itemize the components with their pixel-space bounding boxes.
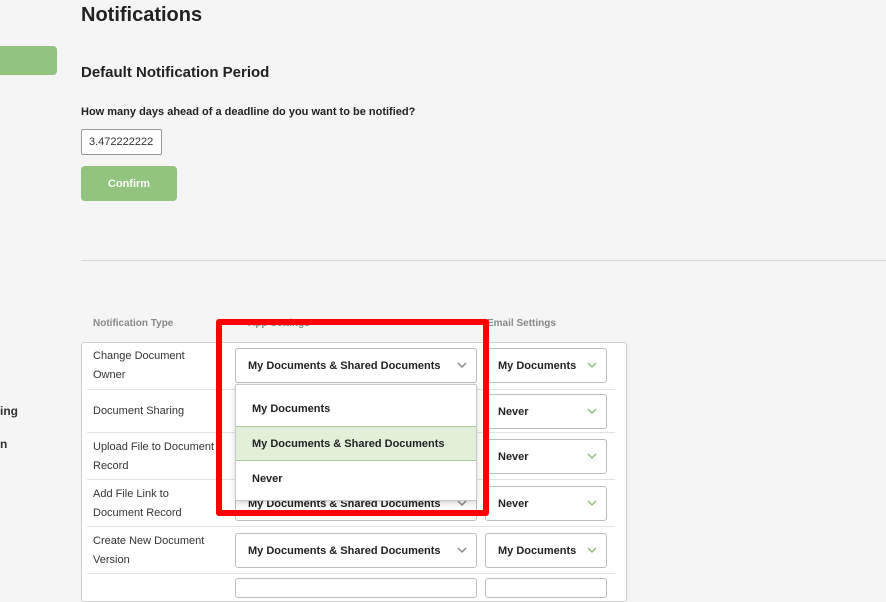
select-value: My Documents (498, 359, 577, 372)
email-setting-select[interactable] (485, 578, 607, 598)
row-label-line: Document Sharing (93, 405, 185, 417)
app-setting-select[interactable] (235, 578, 477, 598)
email-setting-select[interactable]: Never (485, 486, 607, 521)
row-divider (87, 573, 615, 574)
highlight-box (216, 319, 489, 516)
select-value: Never (498, 450, 529, 463)
chevron-down-icon (457, 547, 467, 554)
row-label-create-version: Create New Document Version (93, 532, 204, 570)
chevron-down-icon (587, 362, 597, 369)
row-label-line: Upload File to Document (93, 441, 215, 453)
chevron-down-icon (587, 500, 597, 507)
row-label-upload-file: Upload File to Document Record (93, 438, 214, 476)
section-title: Default Notification Period (81, 64, 270, 81)
row-divider (87, 526, 615, 527)
row-label-line: Version (93, 554, 130, 566)
sidebar-item-label[interactable]: ing (0, 404, 18, 418)
row-label-add-file-link: Add File Link to Document Record (93, 485, 182, 523)
select-value: My Documents & Shared Documents (248, 544, 441, 557)
select-value: My Documents (498, 544, 577, 557)
chevron-down-icon (587, 547, 597, 554)
app-setting-select[interactable]: My Documents & Shared Documents (235, 533, 477, 568)
email-setting-select[interactable]: Never (485, 394, 607, 429)
row-label-line: Document Record (93, 507, 182, 519)
row-label-line: Add File Link to (93, 488, 169, 500)
row-label-line: Change Document (93, 350, 185, 362)
page-title: Notifications (81, 4, 203, 26)
chevron-down-icon (587, 453, 597, 460)
sidebar-item-active[interactable] (0, 46, 57, 75)
select-value: Never (498, 497, 529, 510)
email-setting-select[interactable]: My Documents (485, 348, 607, 383)
column-header-type: Notification Type (93, 318, 174, 329)
divider (81, 260, 886, 261)
confirm-button[interactable]: Confirm (81, 166, 177, 201)
row-label-change-owner: Change Document Owner (93, 347, 185, 385)
sidebar-item-label[interactable]: n (0, 437, 7, 451)
email-setting-select[interactable]: My Documents (485, 533, 607, 568)
select-value: Never (498, 405, 529, 418)
row-label-line: Create New Document (93, 535, 205, 547)
chevron-down-icon (587, 408, 597, 415)
days-question-label: How many days ahead of a deadline do you… (81, 106, 416, 118)
column-header-email: Email Settings (487, 318, 556, 329)
email-setting-select[interactable]: Never (485, 439, 607, 474)
row-label-document-sharing: Document Sharing (93, 402, 184, 421)
days-ahead-input[interactable] (81, 129, 162, 155)
row-label-line: Owner (93, 369, 126, 381)
row-label-line: Record (93, 460, 129, 472)
